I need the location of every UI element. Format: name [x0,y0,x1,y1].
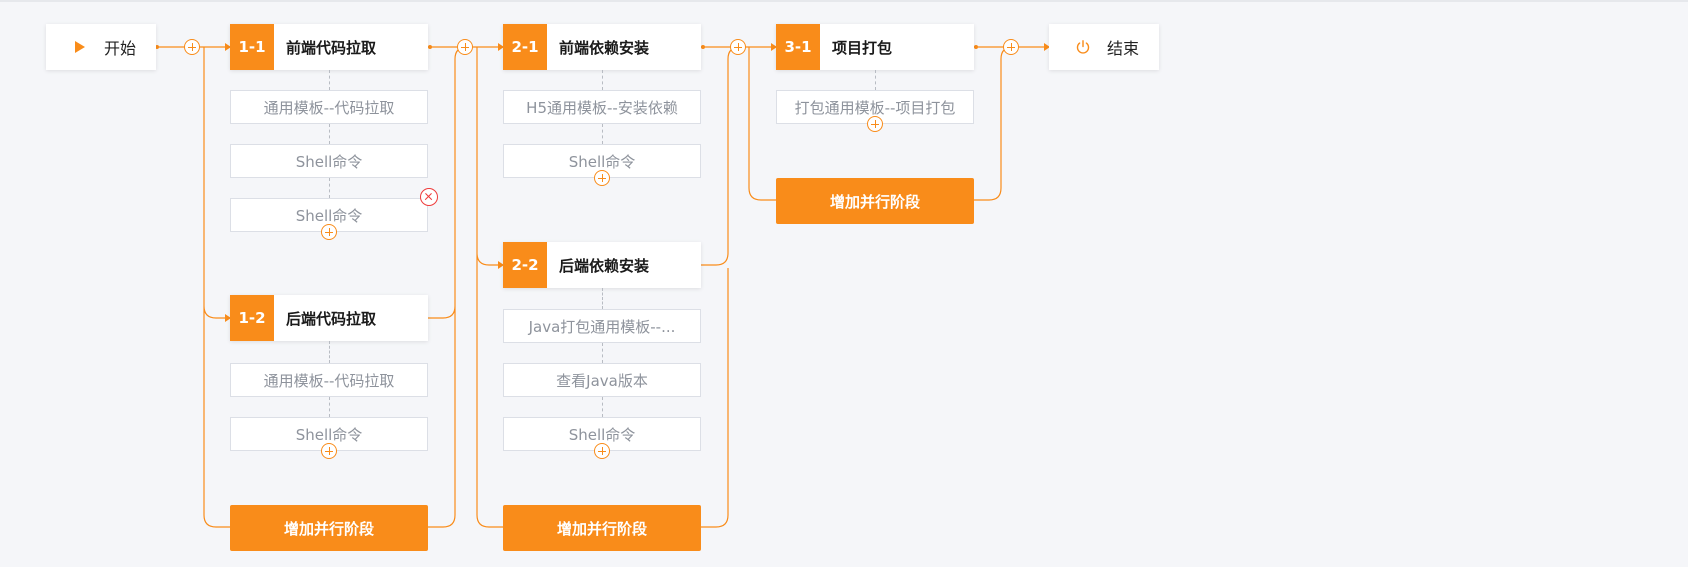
top-divider [0,0,1688,2]
connector-stage3-merge-right [974,46,1014,201]
dashed-link [329,341,330,363]
end-node[interactable]: 结束 [1049,24,1159,70]
stage-title: 后端依赖安装 [559,256,650,275]
stage-number: 3-1 [776,24,820,70]
start-label: 开始 [104,39,137,58]
dashed-link [602,124,603,144]
connector-stage3-branch-left [748,47,776,201]
connector-stage1-merge-right [428,46,468,528]
task-item[interactable]: 查看Java版本 [503,363,701,397]
stage-title: 前端代码拉取 [286,38,377,57]
add-parallel-stage-button[interactable]: 增加并行阶段 [776,178,974,224]
dashed-link [602,70,603,90]
dashed-link [602,343,603,363]
task-item[interactable]: 通用模板--代码拉取 [230,90,428,124]
dashed-link [329,70,330,90]
add-task-button[interactable] [321,224,337,240]
connector-stage1-branch-left [203,47,230,528]
stage-number: 1-2 [230,295,274,341]
start-node[interactable]: 开始 [46,24,156,70]
stage-card[interactable]: 1-2 后端代码拉取 [230,295,428,341]
dashed-link [875,70,876,90]
add-stage-button[interactable] [730,39,746,55]
dashed-link [602,397,603,417]
add-task-button[interactable] [594,443,610,459]
power-icon [1075,39,1091,55]
pipeline-connectors [155,43,1050,528]
stage-card[interactable]: 3-1 项目打包 [776,24,974,70]
add-task-button[interactable] [594,170,610,186]
dashed-link [329,397,330,417]
dashed-link [329,178,330,198]
task-item[interactable]: Java打包通用模板--... [503,309,701,343]
task-item[interactable]: H5通用模板--安装依赖 [503,90,701,124]
delete-task-icon[interactable] [420,188,438,206]
stage-card[interactable]: 2-1 前端依赖安装 [503,24,701,70]
add-parallel-stage-button[interactable]: 增加并行阶段 [503,505,701,551]
dashed-link [602,288,603,309]
add-stage-button[interactable] [1003,39,1019,55]
add-parallel-stage-button[interactable]: 增加并行阶段 [230,505,428,551]
add-task-button[interactable] [321,443,337,459]
stage-title: 项目打包 [832,38,893,57]
stage-number: 2-1 [503,24,547,70]
add-stage-button[interactable] [184,39,200,55]
stage-title: 后端代码拉取 [286,309,377,328]
end-label: 结束 [1107,39,1140,58]
stage-number: 1-1 [230,24,274,70]
dashed-link [329,124,330,144]
add-stage-button[interactable] [457,39,473,55]
connector-stage2-branch-left [476,47,503,528]
task-item[interactable]: 通用模板--代码拉取 [230,363,428,397]
play-icon [72,39,88,55]
add-task-button[interactable] [867,116,883,132]
stage-card[interactable]: 2-2 后端依赖安装 [503,242,701,288]
stage-title: 前端依赖安装 [559,38,650,57]
task-item[interactable]: Shell命令 [230,144,428,178]
stage-number: 2-2 [503,242,547,288]
connector-stage2-merge-right [701,46,741,528]
stage-card[interactable]: 1-1 前端代码拉取 [230,24,428,70]
